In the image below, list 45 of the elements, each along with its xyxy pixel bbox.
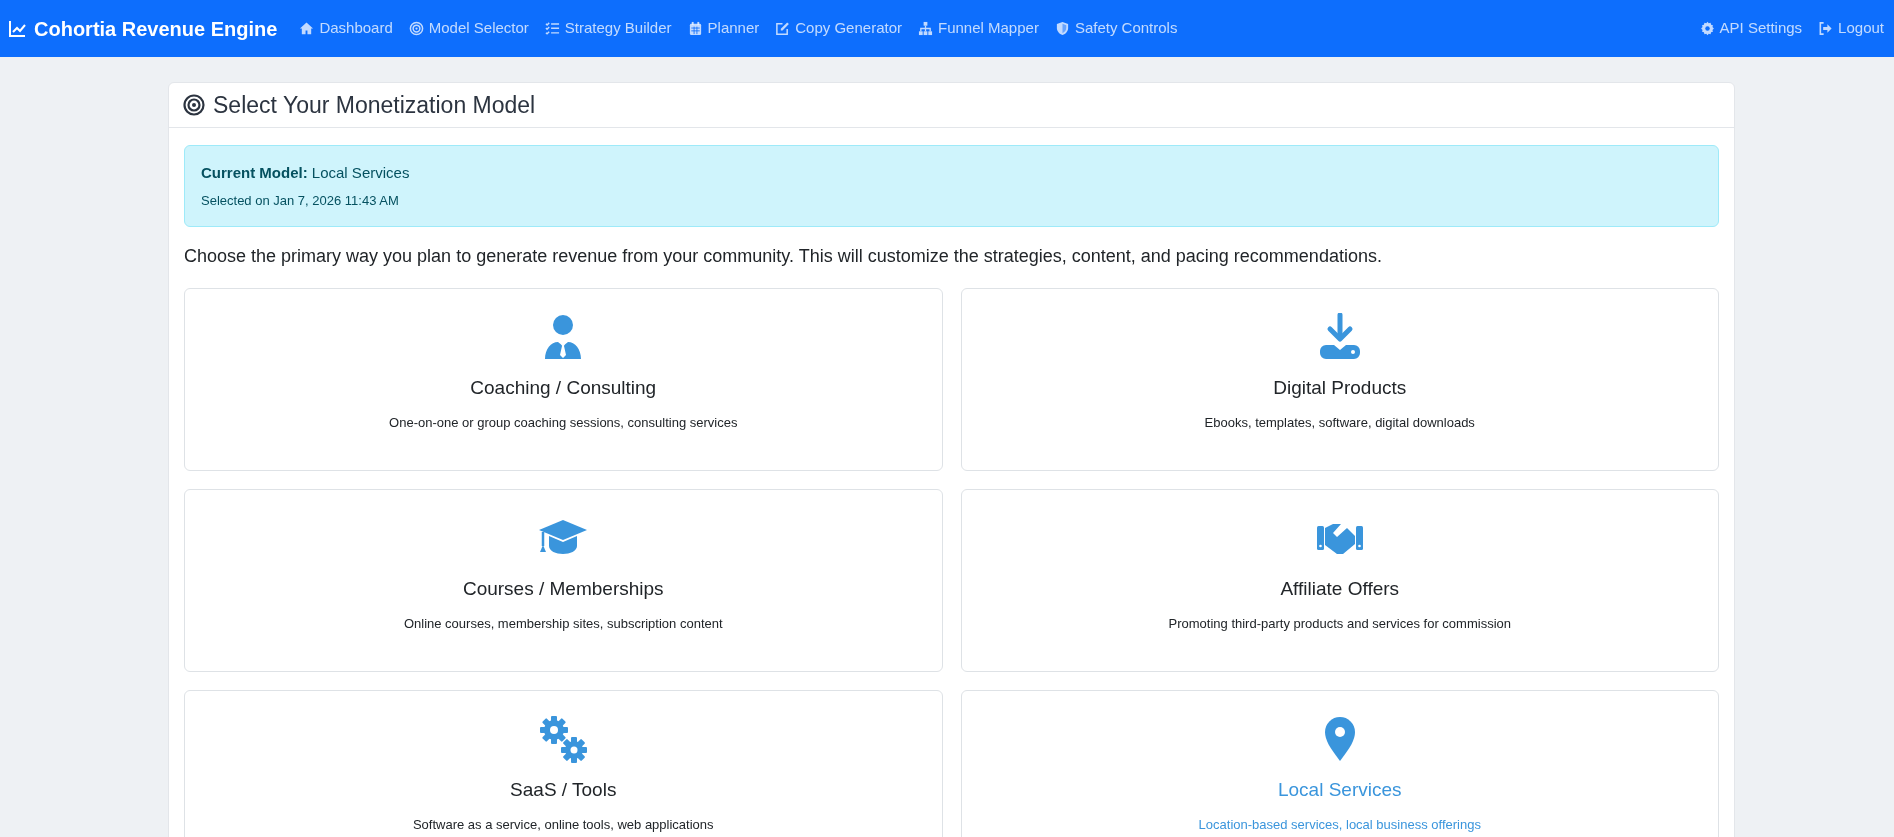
nav-link[interactable]: Safety Controls	[1054, 17, 1178, 40]
nav-link[interactable]: Planner	[687, 17, 760, 40]
nav-link[interactable]: Model Selector	[408, 17, 529, 40]
model-description: One-on-one or group coaching sessions, consulting services	[389, 413, 738, 432]
calendar-icon	[687, 21, 703, 36]
edit-icon	[775, 21, 791, 36]
model-title: Digital Products	[1273, 376, 1407, 400]
nav-link[interactable]: Copy Generator	[775, 17, 902, 40]
shield-icon	[1054, 21, 1070, 36]
model-option-card[interactable]: SaaS / Tools Software as a service, online tools, web applications	[184, 690, 943, 837]
nav-link[interactable]: Strategy Builder	[544, 17, 672, 40]
sitemap-icon	[918, 21, 933, 36]
model-description: Online courses, membership sites, subscription content	[403, 614, 723, 633]
description-text: Choose the primary way you plan to generate revenue from your community. This will customize the strategies, content, and pacing recommendations.	[184, 245, 1383, 268]
nav-link[interactable]: Dashboard	[299, 17, 393, 40]
settings-icon	[1699, 21, 1715, 36]
model-title: SaaS / Tools	[510, 778, 617, 802]
selected-date: Selected on Jan 7, 2026 11:43 AM	[201, 191, 400, 210]
model-title: Coaching / Consulting	[470, 376, 657, 400]
model-option-card[interactable]: Coaching / Consulting One-on-one or group coaching sessions, consulting services	[184, 288, 943, 471]
chart-line-icon	[8, 19, 26, 38]
model-option-card[interactable]: Courses / Memberships Online courses, membership sites, subscription content	[184, 489, 943, 672]
nav-link[interactable]: API Settings	[1699, 17, 1803, 40]
nav-link[interactable]: Funnel Mapper	[918, 17, 1039, 40]
model-description: Software as a service, online tools, web applications	[412, 815, 714, 834]
target-icon	[183, 94, 205, 116]
home-icon	[299, 21, 315, 36]
model-title: Courses / Memberships	[462, 577, 664, 601]
model-option-card[interactable]: Digital Products Ebooks, templates, software, digital downloads	[960, 288, 1719, 471]
model-title: Affiliate Offers	[1280, 577, 1400, 601]
checklist-icon	[544, 21, 560, 36]
model-description: Ebooks, templates, software, digital downloads	[1204, 413, 1475, 432]
current-model-text: Current Model: Local Services	[201, 163, 411, 183]
model-option-card[interactable]: Affiliate Offers Promoting third-party products and services for commission	[960, 489, 1719, 672]
nav-link[interactable]: Logout	[1818, 17, 1884, 40]
target-icon	[408, 21, 424, 36]
model-option-card[interactable]: Local Services Location-based services, local business offerings	[960, 690, 1719, 837]
model-description: Location-based services, local business offerings	[1198, 815, 1481, 834]
logout-icon	[1818, 21, 1834, 36]
model-title: Local Services	[1277, 778, 1402, 802]
page-title: Select Your Monetization Model	[213, 90, 536, 120]
gears-icon	[539, 715, 588, 763]
model-description: Promoting third-party products and services for commission	[1168, 614, 1511, 633]
brand-name: Cohortia Revenue Engine	[34, 16, 278, 42]
brand-link[interactable]: Cohortia Revenue Engine	[8, 13, 278, 44]
